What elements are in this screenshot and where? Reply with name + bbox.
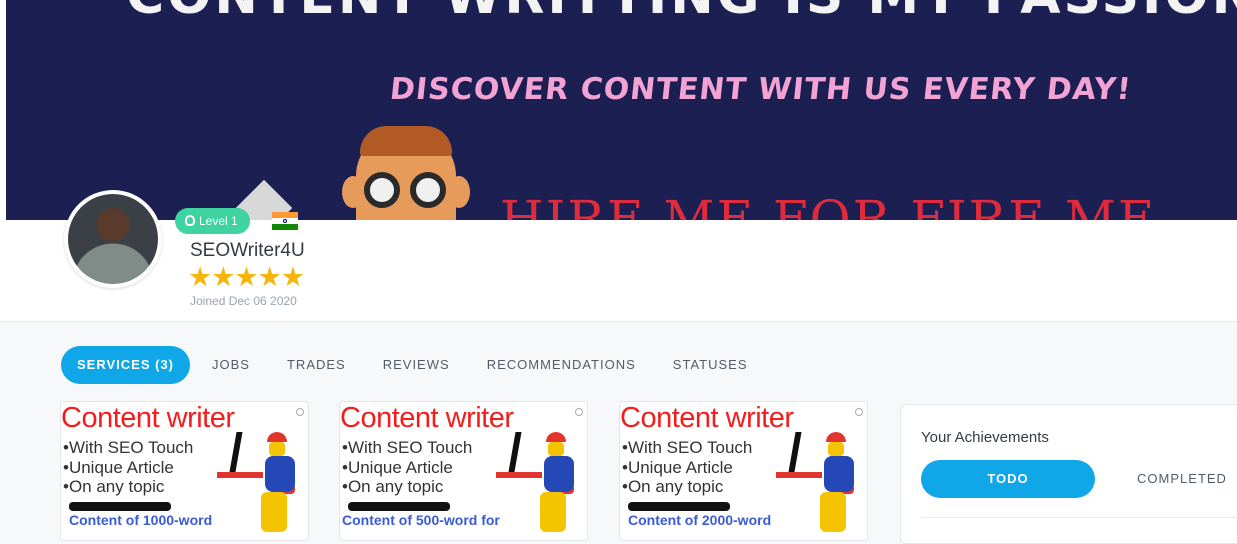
- service-card[interactable]: Content writer •With SEO Touch •Unique A…: [619, 401, 868, 541]
- profile-header: [0, 220, 1237, 322]
- service-card-subtitle: Content of 500-word for: [342, 512, 500, 528]
- completed-tab-button[interactable]: COMPLETED: [1095, 460, 1237, 498]
- service-card-subtitle: Content of 2000-word: [628, 512, 772, 528]
- service-card-line: •On any topic: [622, 477, 724, 496]
- india-flag-icon: [272, 212, 298, 230]
- info-icon: [575, 408, 583, 416]
- profile-tabs: SERVICES (3) JOBS TRADES REVIEWS RECOMME…: [61, 346, 785, 384]
- info-icon: [855, 408, 863, 416]
- service-card-pill: [628, 502, 730, 511]
- tab-trades[interactable]: TRADES: [287, 346, 346, 384]
- banner-hire-text: HIRE ME FOR FIRE ME: [500, 190, 1157, 220]
- service-card-subtitle: Content of 1000-word: [69, 512, 213, 528]
- avatar-photo: [68, 194, 158, 284]
- service-card-pill: [69, 502, 171, 511]
- service-card-line: •With SEO Touch: [622, 438, 753, 457]
- service-card-line: •With SEO Touch: [63, 438, 194, 457]
- desk-illustration: [496, 472, 542, 478]
- username: SEOWriter4U: [190, 240, 305, 261]
- service-card-line: •Unique Article: [342, 458, 453, 477]
- writer-illustration: [820, 432, 860, 532]
- profile-banner: CONTENT WRITTING IS MY PASSION DISCOVER …: [0, 0, 1237, 220]
- tab-reviews[interactable]: REVIEWS: [383, 346, 450, 384]
- service-card-line: •On any topic: [63, 477, 165, 496]
- tab-services[interactable]: SERVICES (3): [61, 346, 191, 384]
- writer-illustration: [540, 432, 580, 532]
- service-card-title: Content writer: [61, 402, 235, 434]
- info-icon: [296, 408, 304, 416]
- level-label: Level 1: [199, 214, 238, 228]
- monitor-illustration: [788, 432, 802, 472]
- achievements-title: Your Achievements: [921, 429, 1049, 446]
- desk-illustration: [217, 472, 263, 478]
- writer-illustration: [261, 432, 301, 532]
- monitor-illustration: [229, 432, 243, 472]
- level-badge: Level 1: [175, 208, 250, 234]
- service-card-title: Content writer: [620, 402, 794, 434]
- banner-character-illustration: [336, 124, 476, 220]
- desk-illustration: [776, 472, 822, 478]
- service-card-line: •On any topic: [342, 477, 444, 496]
- joined-date: Joined Dec 06 2020: [190, 294, 297, 308]
- star-rating: ★★★★★: [188, 262, 305, 292]
- monitor-illustration: [508, 432, 522, 472]
- banner-title: CONTENT WRITTING IS MY PASSION: [126, 0, 1237, 26]
- divider: [921, 517, 1237, 518]
- tab-statuses[interactable]: STATUSES: [673, 346, 748, 384]
- achievements-panel: Your Achievements TODO COMPLETED: [900, 404, 1237, 544]
- service-card-line: •Unique Article: [63, 458, 174, 477]
- service-card[interactable]: Content writer •With SEO Touch •Unique A…: [60, 401, 309, 541]
- service-card-line: •With SEO Touch: [342, 438, 473, 457]
- service-card[interactable]: Content writer •With SEO Touch •Unique A…: [339, 401, 588, 541]
- service-card-title: Content writer: [340, 402, 514, 434]
- medal-icon: [185, 215, 195, 226]
- service-card-line: •Unique Article: [622, 458, 733, 477]
- tab-recommendations[interactable]: RECOMMENDATIONS: [487, 346, 636, 384]
- banner-subtitle: DISCOVER CONTENT WITH US EVERY DAY!: [388, 72, 1134, 107]
- service-card-pill: [348, 502, 450, 511]
- todo-tab-button[interactable]: TODO: [921, 460, 1095, 498]
- tab-jobs[interactable]: JOBS: [212, 346, 250, 384]
- avatar[interactable]: [64, 190, 162, 288]
